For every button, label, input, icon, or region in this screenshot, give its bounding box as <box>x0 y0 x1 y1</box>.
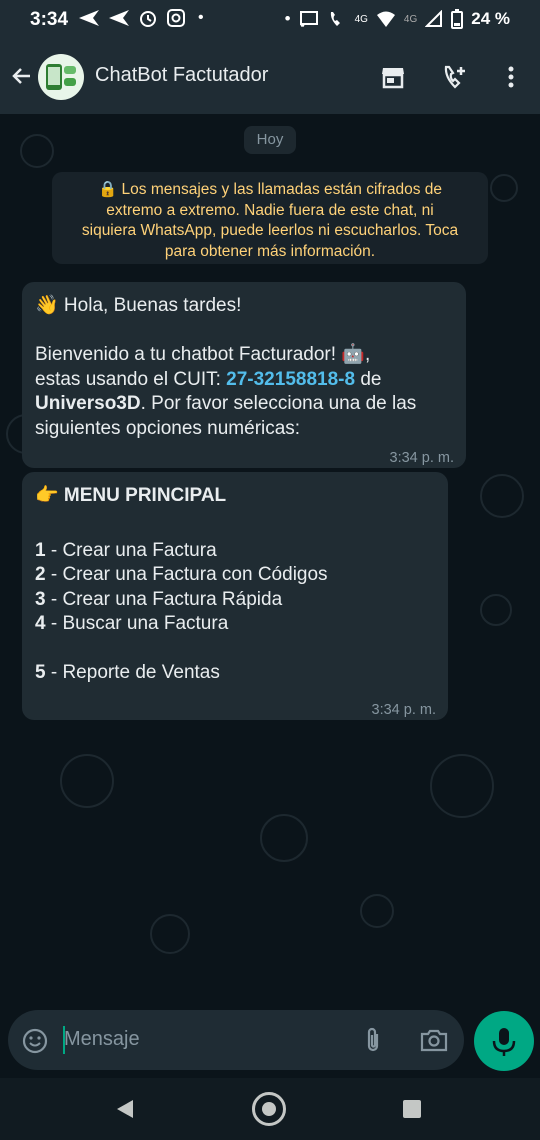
message-time: 3:34 p. m. <box>371 702 436 718</box>
status-time: 3:34 <box>30 9 69 30</box>
company-line: Universo3D. Por favor selecciona una de … <box>35 392 416 417</box>
cuit-link[interactable]: 27-32158818-8 <box>226 369 355 390</box>
cuit-prefix: estas usando el CUIT: <box>35 368 227 390</box>
cast-icon <box>299 11 318 27</box>
more-vert-icon[interactable] <box>498 64 524 90</box>
encryption-line: extremo a extremo. Nadie fuera de este c… <box>106 201 434 219</box>
option-number: 2 <box>35 564 46 585</box>
camera-icon[interactable] <box>420 1028 448 1052</box>
company-name: Universo3D <box>35 393 141 414</box>
option-text: - Crear una Factura con Códigos <box>45 564 328 585</box>
message-time: 3:34 p. m. <box>389 450 454 466</box>
storefront-icon[interactable] <box>380 64 406 90</box>
instruction-text: . Por favor selecciona una de las <box>140 393 417 414</box>
chat-header: ChatBot Factutador <box>0 40 540 114</box>
nav-recents-icon[interactable] <box>403 1100 421 1118</box>
encryption-line: siquiera WhatsApp, puede leerlos ni escu… <box>81 222 459 239</box>
option-text: - Buscar una Factura <box>45 613 229 634</box>
menu-option: 3 - Crear una Factura Rápida <box>35 588 328 613</box>
cuit-suffix: de <box>355 368 382 390</box>
nav-back-icon[interactable] <box>115 1098 135 1120</box>
option-text: - Crear una Factura <box>45 539 217 561</box>
menu-title: 👉 MENU PRINCIPAL <box>35 485 227 506</box>
chatbot-avatar-icon <box>46 64 76 90</box>
instruction-text-2: siguientes opciones numéricas: <box>35 417 301 439</box>
date-chip: Hoy <box>244 126 296 154</box>
system-nav-bar <box>0 1078 540 1140</box>
menu-option: 4 - Buscar una Factura <box>35 612 328 637</box>
greeting-text: 👋 Hola, Buenas tardes! <box>35 295 242 316</box>
send-icon <box>109 10 129 26</box>
wifi-call-icon <box>330 12 340 26</box>
attach-icon[interactable] <box>360 1026 386 1054</box>
chat-title[interactable]: ChatBot Factutador <box>95 64 268 87</box>
option-number: 1 <box>35 539 46 561</box>
menu-option: 5 - Reporte de Ventas <box>35 661 328 686</box>
message-input[interactable]: Mensaje <box>64 1028 140 1051</box>
battery-icon <box>451 9 464 29</box>
message-bubble-menu[interactable]: 👉 MENU PRINCIPAL 1 - Crear una Factura 2… <box>22 472 448 720</box>
message-composer: Mensaje <box>8 1010 464 1070</box>
instagram-icon <box>167 9 185 27</box>
battery-percent: 24 % <box>471 9 510 28</box>
status-left-icons: • <box>78 8 204 28</box>
alarm-icon <box>140 11 156 27</box>
network-label: 4G <box>354 13 368 25</box>
dot-icon: • <box>284 9 291 28</box>
option-text: - Crear una Factura Rápida <box>45 588 283 610</box>
wifi-icon <box>376 11 395 27</box>
encryption-notice[interactable]: 🔒 Los mensajes y las llamadas están cifr… <box>52 172 488 264</box>
dot-icon: • <box>198 9 204 26</box>
encryption-line: 🔒 Los mensajes y las llamadas están cifr… <box>97 181 443 198</box>
nav-home-button[interactable] <box>252 1092 286 1126</box>
menu-option: 2 - Crear una Factura con Códigos <box>35 563 328 588</box>
add-call-icon[interactable] <box>442 64 468 90</box>
option-text: - Reporte de Ventas <box>45 662 220 683</box>
network-label: 4G <box>403 13 418 25</box>
emoji-icon[interactable] <box>22 1028 48 1054</box>
signal-icon <box>425 10 443 27</box>
option-number: 5 <box>35 662 46 683</box>
back-arrow-icon[interactable] <box>10 64 34 88</box>
cuit-line: estas usando el CUIT: 27-32158818-8 de <box>35 368 416 393</box>
mic-button[interactable] <box>474 1011 534 1071</box>
menu-option: 1 - Crear una Factura <box>35 539 328 564</box>
nav-home-icon <box>262 1102 276 1116</box>
encryption-line: para obtener más información. <box>164 242 376 260</box>
status-bar: 3:34 • • 4G 4G 24 % <box>0 0 540 40</box>
welcome-text: Bienvenido a tu chatbot Facturador! 🤖, <box>35 344 371 365</box>
option-number: 3 <box>35 588 46 610</box>
mic-icon <box>492 1028 516 1056</box>
status-right-icons: • 4G 4G 24 % <box>285 9 510 29</box>
option-number: 4 <box>35 613 46 634</box>
send-icon <box>79 10 99 26</box>
message-bubble-welcome[interactable]: 👋 Hola, Buenas tardes! Bienvenido a tu c… <box>22 282 466 468</box>
avatar[interactable] <box>38 54 84 100</box>
